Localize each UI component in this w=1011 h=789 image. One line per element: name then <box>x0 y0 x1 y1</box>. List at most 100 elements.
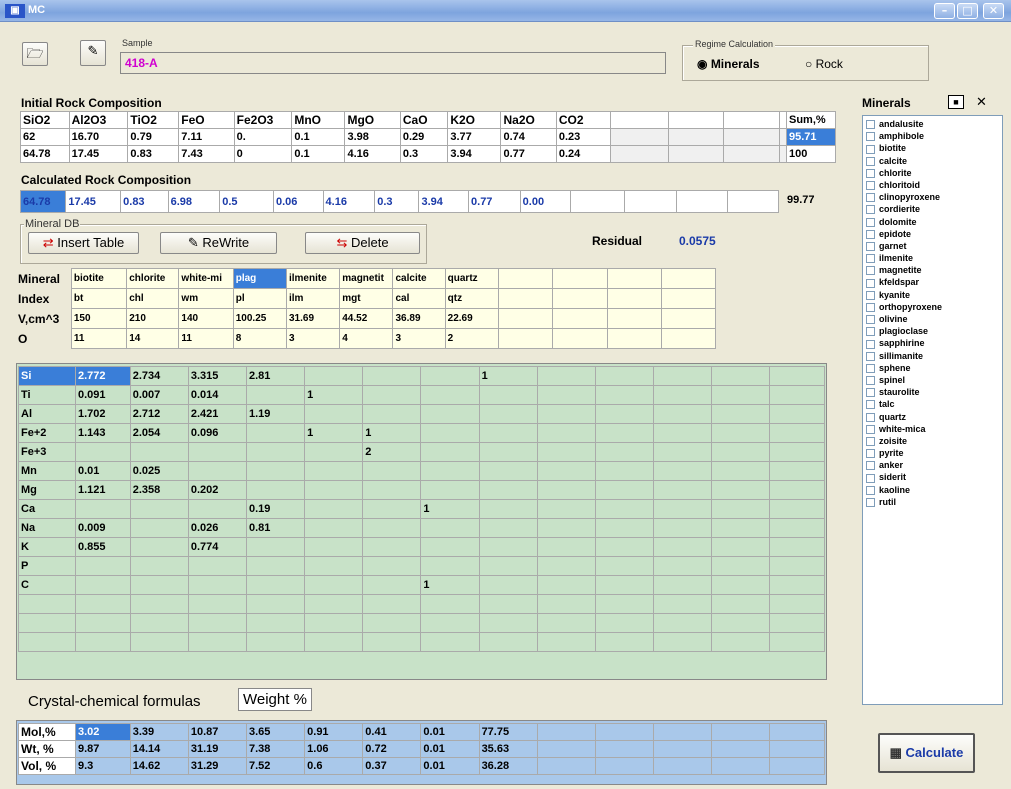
results-cell[interactable] <box>769 757 825 775</box>
formula-cell[interactable]: 0.096 <box>187 423 248 443</box>
formula-cell[interactable] <box>75 442 131 462</box>
checkbox[interactable] <box>866 473 875 483</box>
formula-cell[interactable] <box>769 366 825 386</box>
formula-cell[interactable] <box>594 594 654 614</box>
mineral-cell[interactable]: chlorite <box>126 268 180 289</box>
mineral-cell[interactable]: ilm <box>285 288 341 309</box>
formula-cell[interactable] <box>652 556 713 576</box>
select-all-icon[interactable]: ■ <box>948 95 964 109</box>
mineral-cell[interactable] <box>497 328 554 349</box>
minimize-button[interactable]: – <box>934 3 955 19</box>
formula-cell[interactable] <box>769 423 825 443</box>
results-cell[interactable]: 7.52 <box>245 757 306 775</box>
mineral-cell[interactable] <box>660 308 717 329</box>
maximize-button[interactable]: □ <box>957 3 978 19</box>
formula-cell[interactable]: 0.19 <box>245 499 306 519</box>
formula-cell[interactable] <box>304 366 364 386</box>
formula-cell[interactable] <box>245 385 306 405</box>
sum-value-1[interactable]: 95.71 <box>786 128 836 146</box>
mineral-cell[interactable]: white-mi <box>178 268 234 289</box>
formula-cell[interactable] <box>769 499 825 519</box>
oxide-cell[interactable]: 0.1 <box>291 128 346 146</box>
formula-cell[interactable] <box>362 575 422 595</box>
mineral-list-item[interactable]: orthopyroxene <box>863 302 1002 314</box>
formula-cell[interactable]: 0.81 <box>245 518 306 538</box>
mineral-list-item[interactable]: anker <box>863 460 1002 472</box>
formula-cell[interactable] <box>652 442 713 462</box>
results-cell[interactable] <box>652 757 713 775</box>
results-cell[interactable]: 35.63 <box>478 740 538 758</box>
formula-cell[interactable]: 1.121 <box>75 480 131 500</box>
formula-cell[interactable] <box>75 594 131 614</box>
formula-cell[interactable]: 0.01 <box>75 461 131 481</box>
checkbox[interactable] <box>866 497 875 507</box>
formula-cell[interactable] <box>245 556 306 576</box>
results-cell[interactable]: 0.91 <box>304 723 364 741</box>
formula-cell[interactable] <box>769 537 825 557</box>
results-cell[interactable] <box>711 757 771 775</box>
formula-cell[interactable] <box>362 518 422 538</box>
formula-cell[interactable] <box>420 556 480 576</box>
mineral-cell[interactable] <box>606 268 662 289</box>
formula-cell[interactable] <box>129 499 189 519</box>
formula-cell[interactable] <box>594 442 654 462</box>
formula-cell[interactable] <box>478 556 538 576</box>
checkbox[interactable] <box>866 242 875 251</box>
results-cell[interactable]: 0.01 <box>420 757 480 775</box>
formula-cell[interactable] <box>594 385 654 405</box>
formula-cell[interactable] <box>478 632 538 652</box>
formula-cell[interactable] <box>129 442 189 462</box>
formula-cell[interactable] <box>129 632 189 652</box>
formula-cell[interactable] <box>420 480 480 500</box>
formula-cell[interactable] <box>304 404 364 424</box>
mineral-cell[interactable]: bt <box>70 288 128 309</box>
formula-cell[interactable] <box>769 385 825 405</box>
mineral-list-item[interactable]: garnet <box>863 241 1002 253</box>
formula-cell[interactable] <box>304 442 364 462</box>
mineral-list-item[interactable]: epidote <box>863 229 1002 241</box>
mineral-list-item[interactable]: sphene <box>863 363 1002 375</box>
results-cell[interactable]: 0.01 <box>420 740 480 758</box>
formula-cell[interactable]: 2.358 <box>129 480 189 500</box>
mineral-list-item[interactable]: calcite <box>863 156 1002 168</box>
tab-weight-percent[interactable]: Weight % <box>238 688 312 711</box>
oxide-cell[interactable]: 3.94 <box>447 145 502 163</box>
formula-cell[interactable]: 3.315 <box>187 366 248 386</box>
formula-cell[interactable] <box>536 594 596 614</box>
formula-cell[interactable] <box>304 499 364 519</box>
mineral-cell[interactable]: qtz <box>444 288 499 309</box>
calculate-button[interactable]: ▦ Calculate <box>878 733 975 773</box>
formula-cell[interactable] <box>129 613 189 633</box>
formula-cell[interactable]: 1 <box>304 423 364 443</box>
formula-cell[interactable] <box>652 613 713 633</box>
checkbox[interactable] <box>866 229 875 239</box>
mineral-list-item[interactable]: chloritoid <box>863 180 1002 192</box>
oxide-cell[interactable]: 0.1 <box>291 145 346 163</box>
results-cell[interactable]: 3.02 <box>75 723 131 741</box>
mineral-cell[interactable] <box>552 308 608 329</box>
formula-cell[interactable] <box>652 594 713 614</box>
formula-cell[interactable] <box>711 556 771 576</box>
formula-cell[interactable] <box>652 404 713 424</box>
formula-cell[interactable] <box>594 366 654 386</box>
formula-cell[interactable] <box>362 385 422 405</box>
results-cell[interactable]: 0.01 <box>420 723 480 741</box>
mineral-cell[interactable] <box>660 288 717 309</box>
mineral-list-item[interactable]: magnetite <box>863 265 1002 277</box>
checkbox[interactable] <box>866 412 875 422</box>
results-cell[interactable]: 0.37 <box>362 757 422 775</box>
mineral-list-item[interactable]: white-mica <box>863 424 1002 436</box>
formula-cell[interactable] <box>362 366 422 386</box>
mineral-list-item[interactable]: sapphirine <box>863 338 1002 350</box>
mineral-cell[interactable]: 31.69 <box>285 308 341 329</box>
results-cell[interactable] <box>594 740 654 758</box>
formula-cell[interactable]: 1 <box>420 499 480 519</box>
checkbox[interactable] <box>866 120 875 130</box>
mineral-cell[interactable] <box>497 268 554 289</box>
formula-cell[interactable]: 2.81 <box>245 366 306 386</box>
formula-cell[interactable]: 1 <box>362 423 422 443</box>
formula-cell[interactable] <box>652 632 713 652</box>
formula-cell[interactable] <box>594 537 654 557</box>
results-cell[interactable]: 3.65 <box>245 723 306 741</box>
mineral-cell[interactable]: 210 <box>126 308 180 329</box>
